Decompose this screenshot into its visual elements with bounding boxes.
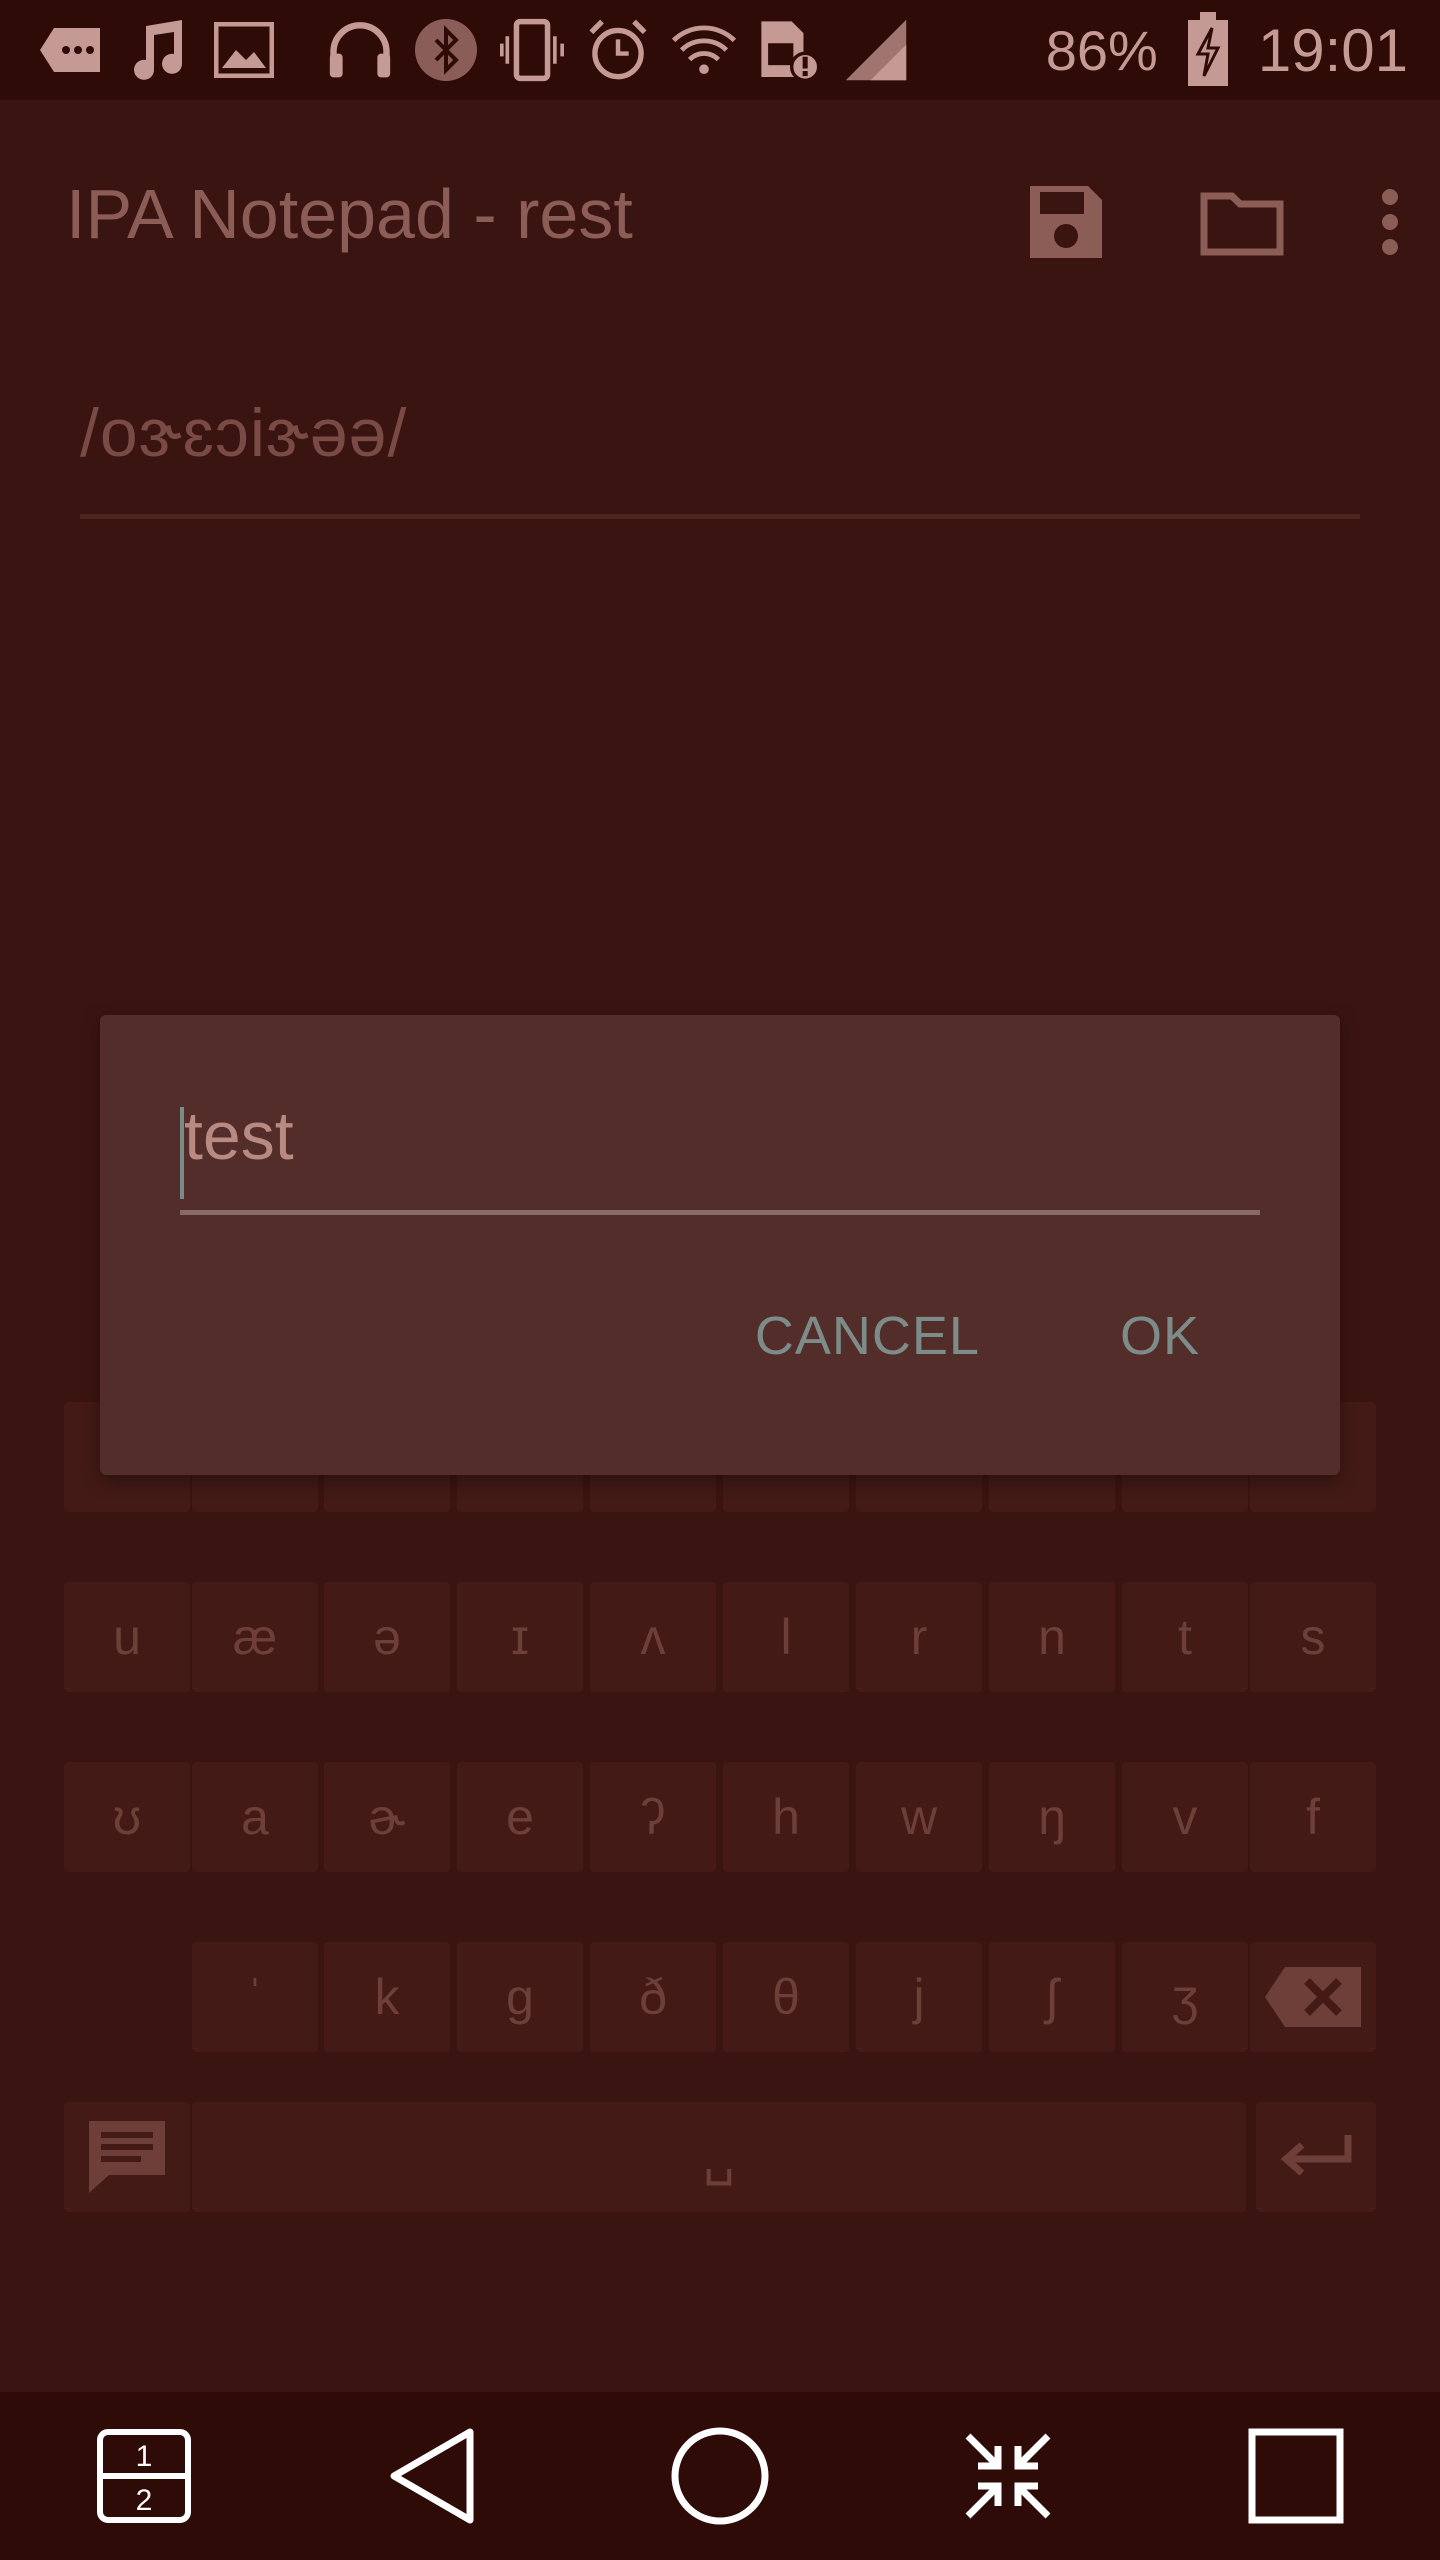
filename-value: test xyxy=(184,1098,294,1174)
key-row1-8[interactable]: t xyxy=(1122,1582,1248,1692)
svg-text:2: 2 xyxy=(136,2484,153,2517)
wifi-icon xyxy=(672,18,736,82)
overflow-menu-icon[interactable] xyxy=(1370,174,1410,270)
key-row2-5[interactable]: h xyxy=(723,1762,849,1872)
key-row2-1[interactable]: a xyxy=(192,1762,318,1872)
key-row2-2[interactable]: ɚ xyxy=(324,1762,450,1872)
key-row1-9[interactable]: s xyxy=(1250,1582,1376,1692)
key-row2-7[interactable]: ŋ xyxy=(989,1762,1115,1872)
space-key[interactable]: ␣ xyxy=(192,2102,1246,2212)
key-row2-0[interactable]: ʊ xyxy=(64,1762,190,1872)
recents-icon[interactable] xyxy=(1236,2416,1356,2536)
more-notification-icon xyxy=(40,18,104,82)
input-underline xyxy=(180,1210,1260,1215)
sim-alert-icon xyxy=(758,18,822,82)
home-icon[interactable] xyxy=(660,2416,780,2536)
key-row1-4[interactable]: ʌ xyxy=(590,1582,716,1692)
cancel-button[interactable]: CANCEL xyxy=(755,1305,980,1367)
key-row1-7[interactable]: n xyxy=(989,1582,1115,1692)
navigation-bar: 12 xyxy=(0,2392,1440,2560)
key-row2-9[interactable]: f xyxy=(1250,1762,1376,1872)
key-row3-0[interactable]: ˈ xyxy=(192,1942,318,2052)
key-row3-3[interactable]: ð xyxy=(590,1942,716,2052)
bluetooth-icon xyxy=(414,18,478,82)
folder-icon[interactable] xyxy=(1194,174,1290,270)
app-title: IPA Notepad - rest xyxy=(66,175,633,253)
filename-input[interactable]: test xyxy=(180,1075,1260,1215)
key-row1-2[interactable]: ə xyxy=(324,1582,450,1692)
ipa-keyboard: u æ ə ɪ ʌ l r n t s ʊ a ɚ e ʔ h w ŋ v f … xyxy=(0,1400,1440,2240)
signal-icon xyxy=(844,18,908,82)
ipa-text-editor[interactable]: /oɝɛɔiɝəə/ xyxy=(80,388,1360,519)
enter-key[interactable] xyxy=(1256,2102,1376,2212)
app-bar: IPA Notepad - rest xyxy=(0,100,1440,328)
dual-window-icon[interactable]: 12 xyxy=(84,2416,204,2536)
key-row1-0[interactable]: u xyxy=(64,1582,190,1692)
back-icon[interactable] xyxy=(372,2416,492,2536)
key-row1-3[interactable]: ɪ xyxy=(457,1582,583,1692)
key-row3-5[interactable]: j xyxy=(856,1942,982,2052)
editor-text: /oɝɛɔiɝəə/ xyxy=(80,395,408,471)
vibrate-icon xyxy=(500,18,564,82)
keyboard-switch-key[interactable] xyxy=(64,2102,190,2212)
clock: 19:01 xyxy=(1257,16,1408,84)
chat-icon xyxy=(89,2121,165,2193)
key-row2-4[interactable]: ʔ xyxy=(590,1762,716,1872)
key-row3-4[interactable]: θ xyxy=(723,1942,849,2052)
key-row2-6[interactable]: w xyxy=(856,1762,982,1872)
headphones-icon xyxy=(328,18,392,82)
alarm-icon xyxy=(586,18,650,82)
key-row2-3[interactable]: e xyxy=(457,1762,583,1872)
save-icon[interactable] xyxy=(1018,174,1114,270)
ok-button[interactable]: OK xyxy=(1120,1305,1200,1367)
key-row1-6[interactable]: r xyxy=(856,1582,982,1692)
backspace-icon xyxy=(1265,1967,1361,2027)
key-row3-6[interactable]: ʃ xyxy=(989,1942,1115,2052)
key-row3-7[interactable]: ʒ xyxy=(1122,1942,1248,2052)
backspace-key[interactable] xyxy=(1250,1942,1376,2052)
rename-dialog: test CANCEL OK xyxy=(100,1015,1340,1475)
svg-text:1: 1 xyxy=(136,2440,153,2473)
status-bar: 86% 19:01 xyxy=(0,0,1440,100)
key-row3-2[interactable]: g xyxy=(457,1942,583,2052)
key-row1-5[interactable]: l xyxy=(723,1582,849,1692)
collapse-icon[interactable] xyxy=(948,2416,1068,2536)
key-row3-1[interactable]: k xyxy=(324,1942,450,2052)
enter-icon xyxy=(1280,2135,1352,2176)
key-row2-8[interactable]: v xyxy=(1122,1762,1248,1872)
battery-percent: 86% xyxy=(1045,18,1158,82)
key-row1-1[interactable]: æ xyxy=(192,1582,318,1692)
image-icon xyxy=(212,18,276,82)
music-note-icon xyxy=(126,18,190,82)
battery-charging-icon xyxy=(1176,12,1240,86)
